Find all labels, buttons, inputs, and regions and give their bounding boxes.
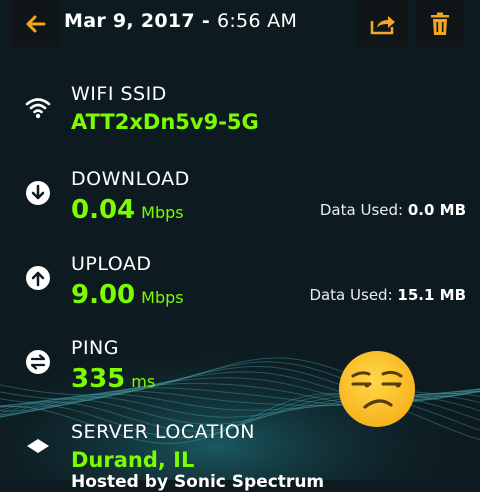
upload-speed: 9.00 Mbps xyxy=(71,280,184,310)
download-speed-unit: Mbps xyxy=(141,203,184,222)
ping-time-value: 335 xyxy=(71,364,126,394)
upload-arrow-icon xyxy=(26,266,50,290)
ping-label: PING xyxy=(71,337,119,359)
upload-speed-value: 9.00 xyxy=(71,280,136,310)
download-data-used-value: 0.0 MB xyxy=(407,201,466,219)
wifi-ssid-value: ATT2xDn5v9-5G xyxy=(71,110,259,134)
upload-data-used: Data Used: 15.1 MB xyxy=(309,286,466,304)
server-location-icon xyxy=(27,439,49,453)
download-speed-value: 0.04 xyxy=(71,195,136,225)
trash-icon xyxy=(431,12,449,35)
unamused-face-emoji xyxy=(339,351,415,427)
ping-time-unit: ms xyxy=(131,372,156,391)
upload-label: UPLOAD xyxy=(71,253,152,275)
wifi-icon xyxy=(25,98,51,119)
date-separator: - xyxy=(194,10,217,32)
download-label: DOWNLOAD xyxy=(71,168,190,190)
share-icon xyxy=(370,15,395,34)
time-text: 6:56 AM xyxy=(216,10,298,32)
server-hosted-by: Hosted by Sonic Spectrum xyxy=(71,472,325,492)
wifi-label: WIFI SSID xyxy=(71,83,167,105)
download-data-used: Data Used: 0.0 MB xyxy=(320,201,466,219)
server-label: SERVER LOCATION xyxy=(71,421,256,443)
back-arrow-icon xyxy=(26,15,46,32)
result-date-time: Mar 9, 2017 - 6:56 AM xyxy=(64,10,297,32)
date-text: Mar 9, 2017 xyxy=(64,10,195,32)
ping-time: 335 ms xyxy=(71,364,155,394)
upload-data-used-label: Data Used: xyxy=(309,286,393,304)
download-speed: 0.04 Mbps xyxy=(71,195,184,225)
delete-button[interactable] xyxy=(415,0,465,47)
server-location-value: Durand, IL xyxy=(71,448,195,472)
upload-speed-unit: Mbps xyxy=(141,288,184,307)
upload-data-used-value: 15.1 MB xyxy=(397,286,466,304)
download-arrow-icon xyxy=(26,181,50,205)
download-data-used-label: Data Used: xyxy=(319,201,404,219)
back-button[interactable] xyxy=(10,0,60,47)
ping-icon xyxy=(26,350,50,374)
top-bar: Mar 9, 2017 - 6:56 AM xyxy=(0,0,480,47)
share-button[interactable] xyxy=(358,0,408,47)
